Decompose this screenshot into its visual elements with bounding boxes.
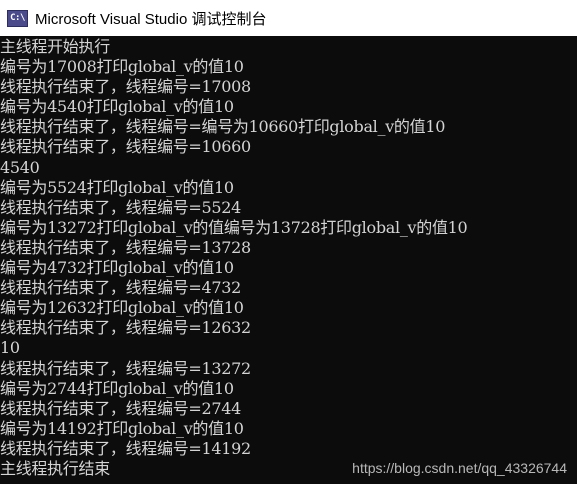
- console-output[interactable]: 主线程开始执行 编号为17008打印global_v的值10 线程执行结束了，线…: [0, 36, 577, 484]
- window-titlebar[interactable]: C:\ Microsoft Visual Studio 调试控制台: [0, 0, 577, 36]
- console-app-icon-text: C:\: [10, 12, 25, 23]
- console-line: 线程执行结束了，线程编号=5524: [0, 197, 242, 217]
- console-line: 编号为5524打印global_v的值10: [0, 177, 234, 197]
- console-line: 线程执行结束了，线程编号=4732: [0, 278, 242, 298]
- console-line: 编号为13272打印global_v的值编号为13728打印global_v的值…: [0, 217, 468, 237]
- csdn-watermark: https://blog.csdn.net/qq_43326744: [352, 460, 567, 476]
- console-line: 线程执行结束了，线程编号=13272: [0, 358, 251, 378]
- console-line: 线程执行结束了，线程编号=17008: [0, 77, 251, 97]
- console-lines: 主线程开始执行 编号为17008打印global_v的值10 线程执行结束了，线…: [0, 36, 577, 479]
- console-line: 编号为14192打印global_v的值10: [0, 418, 244, 438]
- console-line: 线程执行结束了，线程编号=编号为10660打印global_v的值10: [0, 117, 446, 137]
- console-line: 线程执行结束了，线程编号=14192: [0, 438, 251, 458]
- console-line: 线程执行结束了，线程编号=12632: [0, 318, 251, 338]
- console-line: 主线程开始执行: [0, 37, 110, 56]
- console-line: 编号为4732打印global_v的值10: [0, 258, 234, 278]
- console-line: 4540: [0, 157, 40, 177]
- console-line: 编号为2744打印global_v的值10: [0, 378, 234, 398]
- console-line: 线程执行结束了，线程编号=10660: [0, 137, 251, 157]
- console-line: 编号为17008打印global_v的值10: [0, 57, 244, 77]
- window-title: Microsoft Visual Studio 调试控制台: [35, 10, 267, 28]
- console-line: 编号为4540打印global_v的值10: [0, 97, 234, 117]
- console-line: 线程执行结束了，线程编号=2744: [0, 398, 242, 418]
- console-app-icon: C:\: [7, 9, 28, 27]
- console-line: 线程执行结束了，线程编号=13728: [0, 237, 251, 257]
- console-line: 编号为12632打印global_v的值10: [0, 298, 244, 318]
- console-line: 10: [0, 338, 20, 358]
